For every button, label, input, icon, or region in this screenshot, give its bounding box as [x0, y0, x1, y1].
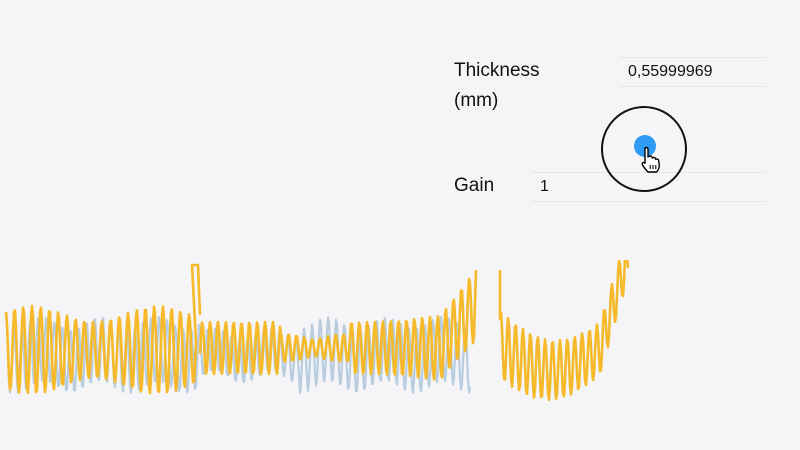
thickness-label: Thickness (mm): [454, 60, 540, 111]
processed-signal-line-c: [498, 260, 630, 401]
app-stage: Thickness (mm) Gain: [0, 0, 800, 450]
gain-label: Gain: [454, 175, 495, 196]
pointer-hand-icon: [641, 146, 660, 173]
signal-waveform-plot: [4, 260, 630, 401]
thickness-input[interactable]: [620, 57, 766, 87]
